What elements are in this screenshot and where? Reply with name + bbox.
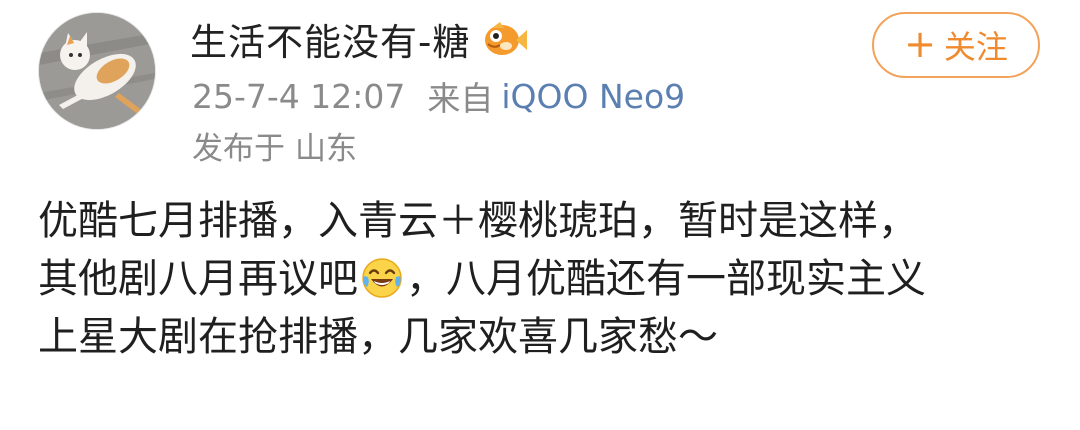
post-text-segment: ，八月优酷还有一部现实主义	[406, 256, 926, 302]
follow-button[interactable]: + 关注	[872, 12, 1040, 78]
cat-avatar-icon	[39, 13, 155, 129]
post-time: 25-7-4 12:07	[192, 76, 406, 116]
fish-icon	[482, 18, 528, 60]
post-text-line: 其他剧八月再议吧 ，八月优酷还有一部现实主义	[38, 250, 1058, 308]
username[interactable]: 生活不能没有-糖	[190, 12, 470, 66]
post-text-segment: 其他剧八月再议吧	[38, 256, 358, 302]
location-place: 山东	[295, 130, 357, 167]
post-meta: 25-7-4 12:07 来自 iQOO Neo9	[192, 74, 685, 119]
avatar[interactable]	[38, 12, 156, 130]
location-label: 发布于	[192, 130, 285, 167]
post-location: 发布于 山东	[192, 124, 357, 167]
plus-icon: +	[904, 21, 936, 66]
follow-label: 关注	[943, 28, 1008, 66]
weibo-post: 生活不能没有-糖 25-7-4 12:07 来自 iQOO Neo9 发布于 山…	[0, 0, 1080, 430]
username-row: 生活不能没有-糖	[190, 12, 528, 66]
post-text-line: 上星大剧在抢排播，几家欢喜几家愁～	[38, 314, 718, 360]
post-text-line: 优酷七月排播，入青云＋樱桃琥珀，暂时是这样，	[38, 198, 918, 244]
post-content: 优酷七月排播，入青云＋樱桃琥珀，暂时是这样， 其他剧八月再议吧 ，八月优酷还有一部…	[38, 192, 1058, 366]
laughing-tears-emoji-icon	[360, 256, 404, 300]
source-label: 来自	[427, 79, 494, 118]
device-name[interactable]: iQOO Neo9	[501, 77, 685, 116]
